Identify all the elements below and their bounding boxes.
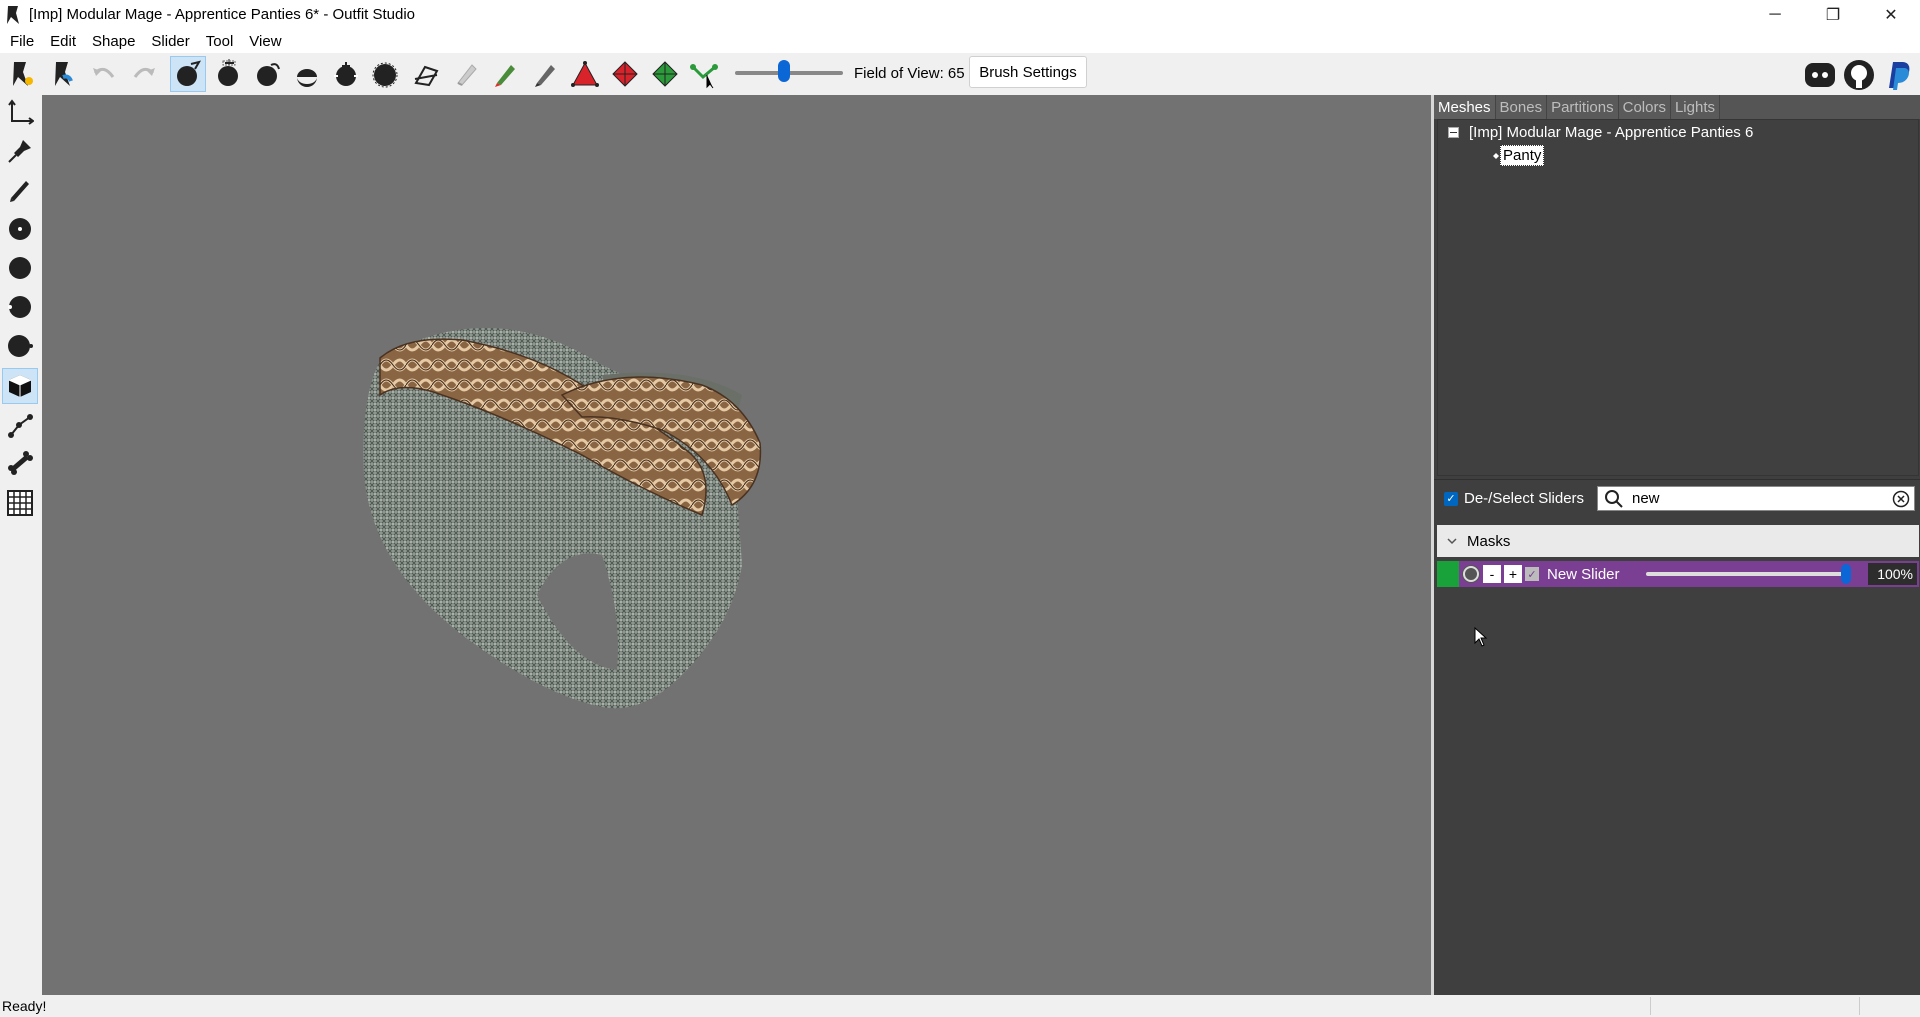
transform-icon[interactable] <box>367 56 403 92</box>
split-edge-icon[interactable] <box>686 56 722 92</box>
search-icon <box>1605 489 1623 508</box>
clear-search-icon[interactable] <box>1892 490 1910 508</box>
outfit-studio-app-icon <box>7 5 19 24</box>
slider-row[interactable]: - + ✓ New Slider 100% <box>1437 561 1919 587</box>
tab-bones[interactable]: Bones <box>1495 95 1548 119</box>
left-tool-column <box>0 95 42 995</box>
menu-edit[interactable]: Edit <box>42 33 84 50</box>
maximize-button[interactable]: ❐ <box>1804 0 1862 29</box>
color-brush-icon[interactable] <box>528 56 564 92</box>
slider-thumb[interactable] <box>1841 564 1851 584</box>
minimize-button[interactable]: ─ <box>1746 0 1804 29</box>
menu-bar: File Edit Shape Slider Tool View <box>0 29 1920 53</box>
collapse-vertex-icon[interactable] <box>607 56 643 92</box>
dot-medium-icon[interactable] <box>2 250 38 286</box>
transform-tool-icon[interactable] <box>2 95 38 131</box>
status-bar: Ready! <box>0 995 1920 1017</box>
bone-add-icon[interactable] <box>2 407 38 443</box>
menu-tool[interactable]: Tool <box>198 33 242 50</box>
mesh-icon <box>1493 152 1499 159</box>
slider-name: New Slider <box>1547 565 1620 583</box>
brush-settings-button[interactable]: Brush Settings <box>969 56 1087 88</box>
menu-file[interactable]: File <box>2 33 42 50</box>
tree-root[interactable]: [Imp] Modular Mage - Apprentice Panties … <box>1448 124 1753 141</box>
deselect-checkbox[interactable]: ✓ <box>1444 491 1458 506</box>
load-reference-icon[interactable] <box>3 56 39 92</box>
collapse-icon[interactable] <box>1448 127 1459 138</box>
panel-tabs: Meshes Bones Partitions Colors Lights <box>1434 95 1920 119</box>
masks-label: Masks <box>1467 532 1511 550</box>
slider-edit-toggle[interactable] <box>1437 561 1459 587</box>
move-brush-icon[interactable] <box>289 56 325 92</box>
tab-lights[interactable]: Lights <box>1670 95 1720 119</box>
dot-left-icon[interactable] <box>2 289 38 325</box>
menu-slider[interactable]: Slider <box>143 33 197 50</box>
redo-icon[interactable] <box>126 56 162 92</box>
tab-partitions[interactable]: Partitions <box>1547 95 1619 119</box>
dot-small-icon[interactable] <box>2 211 38 247</box>
masks-header[interactable]: Masks <box>1437 525 1919 557</box>
load-outfit-icon[interactable] <box>45 56 81 92</box>
undiff-icon[interactable] <box>408 56 444 92</box>
slider-search[interactable] <box>1597 486 1915 511</box>
undo-icon[interactable] <box>86 56 122 92</box>
github-icon[interactable] <box>1840 56 1878 94</box>
mesh-model <box>363 327 762 709</box>
paypal-icon[interactable] <box>1879 56 1917 94</box>
weight-brush-icon[interactable] <box>488 56 524 92</box>
deselect-label: De-/Select Sliders <box>1464 490 1585 507</box>
slider-visibility-icon[interactable] <box>1462 565 1480 583</box>
status-divider <box>1859 997 1860 1015</box>
discord-icon[interactable] <box>1801 56 1839 94</box>
tab-meshes[interactable]: Meshes <box>1434 95 1496 119</box>
deflate-brush-icon[interactable] <box>250 56 286 92</box>
slider-checkbox[interactable]: ✓ <box>1525 567 1539 581</box>
tree-item-panty[interactable]: Panty <box>1492 145 1545 166</box>
slider-track[interactable] <box>1646 572 1846 576</box>
window-title: [Imp] Modular Mage - Apprentice Panties … <box>29 6 416 23</box>
tree-item-label: Panty <box>1500 145 1545 166</box>
smooth-brush-icon[interactable] <box>328 56 364 92</box>
right-panel: Meshes Bones Partitions Colors Lights [I… <box>1431 95 1920 995</box>
slider-toolbar: ✓ De-/Select Sliders <box>1434 479 1920 515</box>
field-of-view-thumb[interactable] <box>778 60 790 82</box>
status-divider <box>1650 997 1651 1015</box>
field-of-view-label: Field of View: 65 <box>854 65 965 82</box>
title-bar: [Imp] Modular Mage - Apprentice Panties … <box>0 0 1920 29</box>
dot-right-icon[interactable] <box>2 328 38 364</box>
slider-value[interactable]: 100% <box>1868 563 1917 585</box>
menu-shape[interactable]: Shape <box>84 33 143 50</box>
grid-icon[interactable] <box>2 485 38 521</box>
menu-view[interactable]: View <box>241 33 289 50</box>
pen-tool-icon[interactable] <box>2 171 38 207</box>
tree-root-label: [Imp] Modular Mage - Apprentice Panties … <box>1469 124 1754 141</box>
inflate-brush-icon[interactable] <box>210 56 246 92</box>
toolbar: Field of View: 65 Brush Settings <box>0 53 1920 95</box>
eraser-icon[interactable] <box>449 56 485 92</box>
mesh-tree[interactable]: [Imp] Modular Mage - Apprentice Panties … <box>1437 119 1919 476</box>
slider-search-input[interactable] <box>1632 490 1882 507</box>
status-text: Ready! <box>2 998 47 1014</box>
tab-colors[interactable]: Colors <box>1618 95 1671 119</box>
pivot-tool-icon[interactable] <box>2 133 38 169</box>
deselect-sliders[interactable]: ✓ De-/Select Sliders <box>1444 490 1584 507</box>
3d-viewport[interactable] <box>42 95 1431 995</box>
flip-edge-icon[interactable] <box>647 56 683 92</box>
mask-brush-icon[interactable] <box>170 56 206 92</box>
slider-minus-button[interactable]: - <box>1483 565 1501 583</box>
alpha-brush-icon[interactable] <box>567 56 603 92</box>
chevron-down-icon <box>1447 538 1457 545</box>
mouse-cursor-icon <box>1474 627 1488 647</box>
bone-icon[interactable] <box>2 445 38 481</box>
slider-plus-button[interactable]: + <box>1504 565 1522 583</box>
cube-icon[interactable] <box>2 368 38 404</box>
close-button[interactable]: ✕ <box>1862 0 1920 29</box>
